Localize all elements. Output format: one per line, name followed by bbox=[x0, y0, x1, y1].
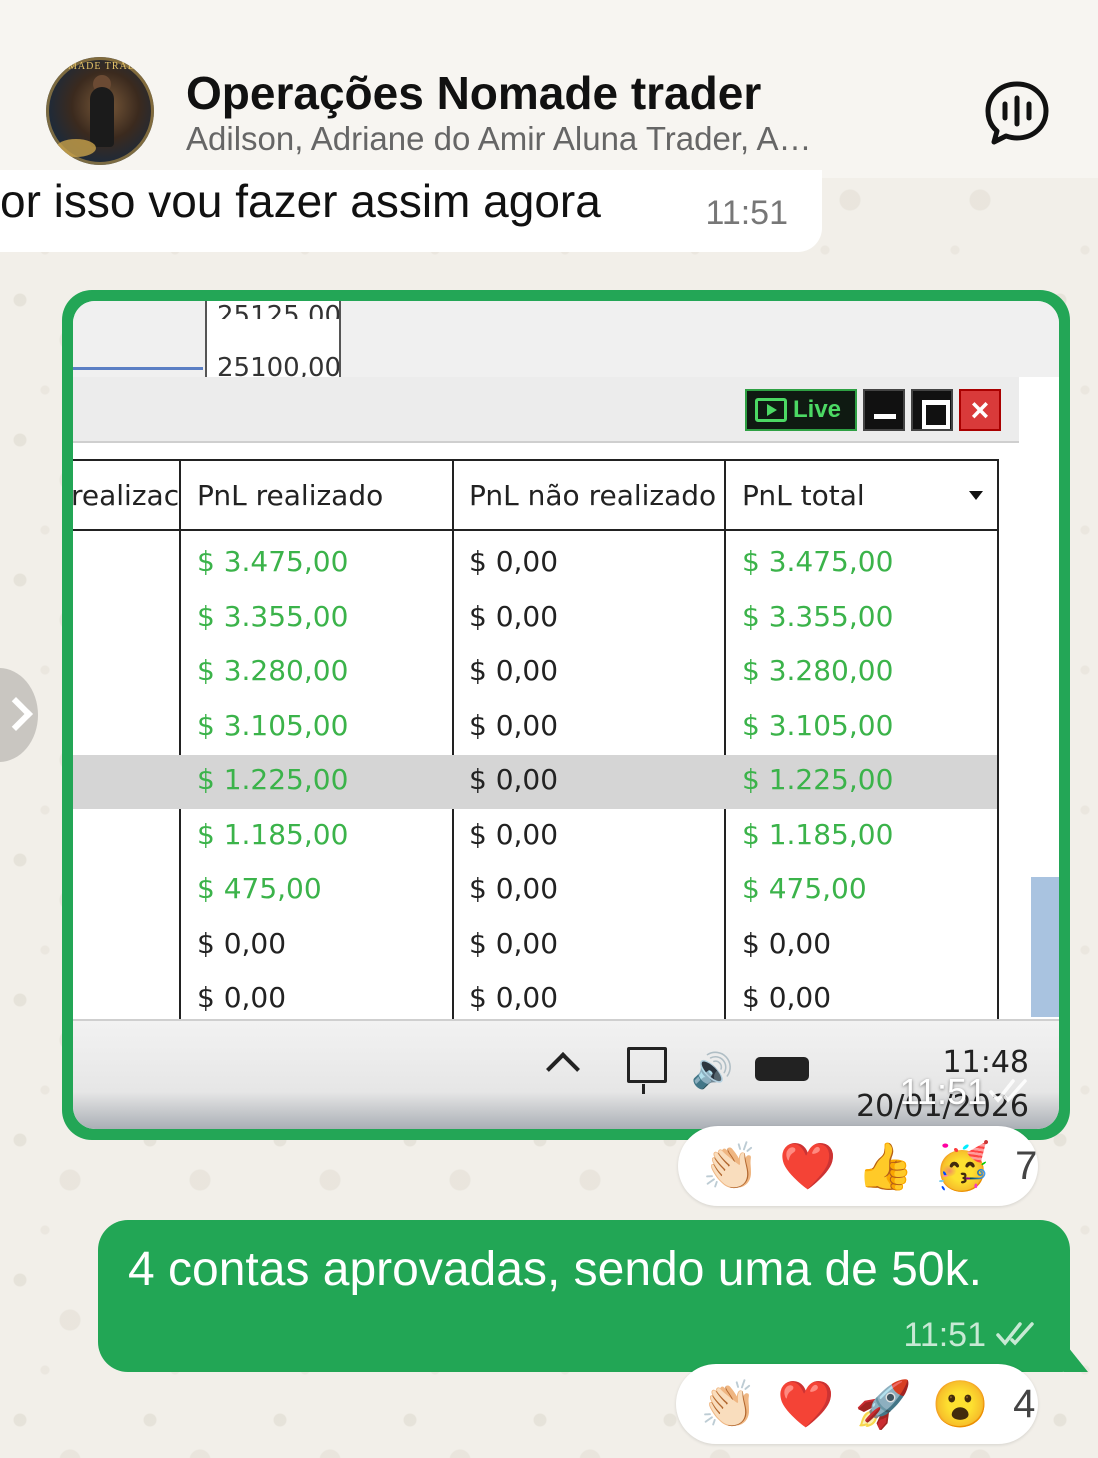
chevron-up-icon bbox=[546, 1052, 580, 1086]
message-text: or isso vou fazer assim agora bbox=[0, 175, 601, 227]
received-message-bubble[interactable]: or isso vou fazer assim agora 11:51 bbox=[0, 170, 822, 252]
sent-message-bubble[interactable]: 4 contas aprovadas, sendo uma de 50k. 11… bbox=[98, 1220, 1088, 1372]
table-cell: $ 0,00 bbox=[742, 981, 832, 1014]
table-cell: $ 3.280,00 bbox=[197, 654, 349, 687]
table-cell: $ 3.105,00 bbox=[742, 708, 894, 742]
image-reactions[interactable]: 👏🏻 ❤️ 👍 🥳 7 bbox=[678, 1126, 1038, 1206]
shared-screenshot[interactable]: 25125,00 25100,00 Live × realizac PnL re… bbox=[73, 301, 1059, 1129]
table-cell: $ 0,00 bbox=[742, 926, 832, 960]
live-label: Live bbox=[793, 396, 842, 423]
table-cell: $ 0,00 bbox=[469, 817, 559, 851]
table-cell: $ 0,00 bbox=[469, 981, 559, 1014]
table-cell: $ 0,00 bbox=[469, 599, 559, 633]
table-row: $ 475,00 $ 0,00 $ 475,00 bbox=[73, 864, 997, 918]
table-cell: $ 0,00 bbox=[197, 981, 287, 1014]
thumbs-up-emoji: 👍 bbox=[856, 1140, 914, 1192]
chevron-down-icon bbox=[969, 491, 983, 500]
rocket-emoji: 🚀 bbox=[854, 1378, 912, 1430]
table-cell: $ 1.185,00 bbox=[742, 817, 894, 851]
table-row: $ 3.105,00 $ 0,00 $ 3.105,00 bbox=[73, 701, 997, 755]
group-avatar[interactable]: MADE TRAD bbox=[46, 57, 154, 165]
table-cell: $ 0,00 bbox=[469, 763, 559, 796]
table-row: $ 1.225,00 $ 0,00 $ 1.225,00 bbox=[73, 755, 997, 809]
table-cell: $ 0,00 bbox=[469, 872, 559, 905]
column-header: realizac bbox=[73, 479, 180, 512]
chat-header[interactable]: MADE TRAD Operações Nomade trader Adilso… bbox=[0, 0, 1098, 178]
avatar-gold bbox=[56, 139, 96, 157]
reaction-count: 4 bbox=[1013, 1381, 1036, 1426]
double-check-icon bbox=[996, 1322, 1034, 1346]
speaker-icon: 🔊 bbox=[691, 1052, 734, 1090]
avatar-text: MADE TRAD bbox=[68, 61, 136, 72]
table-cell: $ 0,00 bbox=[469, 654, 559, 687]
screenshot-price-axis: 25125,00 25100,00 bbox=[205, 301, 342, 383]
table-row: $ 0,00 $ 0,00 $ 0,00 bbox=[73, 919, 997, 973]
table-cell: $ 475,00 bbox=[197, 872, 322, 905]
table-cell: $ 3.475,00 bbox=[197, 545, 349, 578]
column-header: PnL realizado bbox=[197, 479, 384, 512]
bubble-tail bbox=[1064, 1342, 1088, 1372]
table-cell: $ 0,00 bbox=[469, 708, 559, 742]
group-title[interactable]: Operações Nomade trader bbox=[186, 66, 761, 120]
double-check-icon bbox=[989, 1079, 1027, 1103]
price-label-top: 25125,00 bbox=[217, 301, 342, 331]
sent-reactions[interactable]: 👏🏻 ❤️ 🚀 😮 4 bbox=[676, 1364, 1038, 1444]
column-header: PnL total bbox=[742, 479, 865, 512]
pnl-table: realizac PnL realizado PnL não realizado… bbox=[73, 459, 999, 1019]
screenshot-scroll-area bbox=[1031, 877, 1059, 1017]
column-header: PnL não realizado bbox=[469, 479, 717, 512]
clap-emoji: 👏🏻 bbox=[702, 1140, 760, 1192]
table-cell: $ 0,00 bbox=[197, 926, 287, 960]
table-cell: $ 0,00 bbox=[469, 926, 559, 960]
group-members[interactable]: Adilson, Adriane do Amir Aluna Trader, A… bbox=[186, 120, 812, 158]
minimize-icon bbox=[863, 389, 905, 431]
table-cell: $ 475,00 bbox=[742, 872, 867, 905]
table-cell: $ 1.225,00 bbox=[742, 763, 894, 796]
table-cell: $ 3.475,00 bbox=[742, 545, 894, 578]
live-button: Live bbox=[745, 389, 857, 431]
image-message-time: 11:51 bbox=[899, 1071, 987, 1112]
table-row: $ 3.355,00 $ 0,00 $ 3.355,00 bbox=[73, 592, 997, 646]
table-cell: $ 1.185,00 bbox=[197, 817, 349, 851]
message-text: 4 contas aprovadas, sendo uma de 50k. bbox=[128, 1243, 982, 1296]
avatar-figure-body bbox=[90, 87, 114, 147]
table-cell: $ 3.355,00 bbox=[742, 599, 894, 633]
surprised-face-emoji: 😮 bbox=[931, 1378, 990, 1430]
image-message-bubble[interactable]: 25125,00 25100,00 Live × realizac PnL re… bbox=[62, 290, 1070, 1140]
table-row: $ 3.475,00 $ 0,00 $ 3.475,00 bbox=[73, 537, 997, 591]
message-time: 11:51 bbox=[705, 194, 788, 232]
battery-icon bbox=[755, 1057, 809, 1081]
table-row: $ 3.280,00 $ 0,00 $ 3.280,00 bbox=[73, 646, 997, 700]
heart-emoji: ❤️ bbox=[779, 1140, 837, 1192]
table-cell: $ 3.355,00 bbox=[197, 599, 349, 633]
clap-emoji: 👏🏻 bbox=[700, 1378, 758, 1430]
network-icon bbox=[627, 1047, 667, 1094]
table-cell: $ 3.280,00 bbox=[742, 654, 894, 687]
reaction-count: 7 bbox=[1015, 1143, 1038, 1188]
close-icon: × bbox=[959, 389, 1001, 431]
screenshot-chart-line bbox=[73, 367, 203, 370]
party-face-emoji: 🥳 bbox=[933, 1140, 992, 1192]
maximize-icon bbox=[911, 389, 953, 431]
voice-chat-icon[interactable] bbox=[984, 80, 1050, 146]
message-time: 11:51 bbox=[903, 1316, 986, 1354]
table-header-divider bbox=[73, 529, 997, 531]
table-cell: $ 3.105,00 bbox=[197, 708, 349, 742]
screenshot-window-buttons: Live × bbox=[745, 389, 1001, 431]
table-row: $ 1.185,00 $ 0,00 $ 1.185,00 bbox=[73, 810, 997, 864]
table-cell: $ 1.225,00 bbox=[197, 763, 349, 796]
table-cell: $ 0,00 bbox=[469, 545, 559, 578]
heart-emoji: ❤️ bbox=[777, 1378, 835, 1430]
tv-icon bbox=[755, 398, 787, 422]
